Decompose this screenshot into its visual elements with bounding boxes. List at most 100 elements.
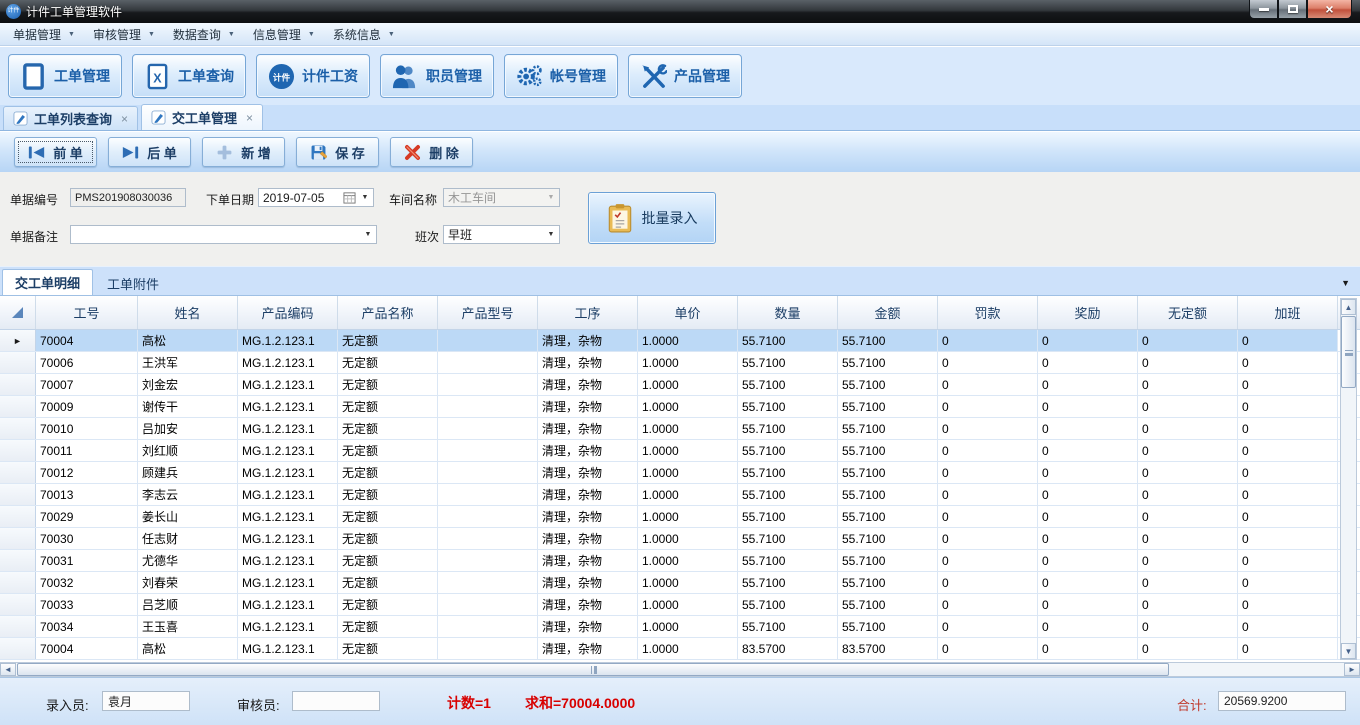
table-cell[interactable]: 吕加安 <box>138 418 238 439</box>
table-row[interactable]: 70007刘金宏MG.1.2.123.1无定额清理，杂物1.000055.710… <box>0 374 1360 396</box>
column-header[interactable]: 无定额 <box>1138 296 1238 329</box>
row-selector[interactable] <box>0 462 36 483</box>
tab-inactive[interactable]: 工单列表查询× <box>3 106 138 130</box>
toolbar-button[interactable]: 计件计件工资 <box>256 54 370 98</box>
table-cell[interactable]: 55.7100 <box>838 594 938 615</box>
table-cell[interactable]: 0 <box>1138 462 1238 483</box>
chevron-down-icon[interactable]: ▼ <box>543 231 559 238</box>
table-cell[interactable]: 70012 <box>36 462 138 483</box>
scroll-left-button[interactable]: ◄ <box>0 663 16 676</box>
row-selector[interactable] <box>0 528 36 549</box>
column-header[interactable]: 工号 <box>36 296 138 329</box>
table-cell[interactable]: 70007 <box>36 374 138 395</box>
action-button[interactable]: 后 单 <box>108 137 191 167</box>
table-cell[interactable]: 1.0000 <box>638 374 738 395</box>
table-cell[interactable]: 姜长山 <box>138 506 238 527</box>
table-cell[interactable]: 无定额 <box>338 440 438 461</box>
table-cell[interactable]: 无定额 <box>338 528 438 549</box>
tab-close-icon[interactable]: × <box>246 111 253 125</box>
table-cell[interactable]: 0 <box>1138 528 1238 549</box>
auditor-field[interactable] <box>292 691 380 711</box>
chevron-down-icon[interactable]: ▼ <box>357 194 373 201</box>
table-cell[interactable]: 70033 <box>36 594 138 615</box>
action-button[interactable]: 保 存 <box>296 137 379 167</box>
table-cell[interactable]: 0 <box>938 594 1038 615</box>
table-cell[interactable]: 0 <box>1138 616 1238 637</box>
column-header[interactable]: 工序 <box>538 296 638 329</box>
menu-item[interactable]: 系统信息▼ <box>324 23 404 46</box>
table-cell[interactable]: 高松 <box>138 330 238 351</box>
table-cell[interactable]: 0 <box>1038 506 1138 527</box>
column-header[interactable]: 产品名称 <box>338 296 438 329</box>
tab-list-dropdown-icon[interactable]: ▼ <box>1341 278 1350 288</box>
column-header[interactable]: 罚款 <box>938 296 1038 329</box>
horizontal-scroll-thumb[interactable] <box>17 663 1169 676</box>
tab-close-icon[interactable]: × <box>121 112 128 126</box>
table-cell[interactable]: 70032 <box>36 572 138 593</box>
table-cell[interactable]: 谢传干 <box>138 396 238 417</box>
table-row[interactable]: 70004高松MG.1.2.123.1无定额清理，杂物1.000083.5700… <box>0 638 1360 660</box>
table-cell[interactable]: MG.1.2.123.1 <box>238 638 338 659</box>
table-cell[interactable]: 55.7100 <box>738 440 838 461</box>
table-cell[interactable]: 70029 <box>36 506 138 527</box>
table-cell[interactable]: 0 <box>1138 440 1238 461</box>
table-cell[interactable]: 70010 <box>36 418 138 439</box>
table-cell[interactable]: 55.7100 <box>738 616 838 637</box>
table-cell[interactable]: 0 <box>938 484 1038 505</box>
table-cell[interactable]: 0 <box>1238 484 1338 505</box>
table-cell[interactable]: MG.1.2.123.1 <box>238 616 338 637</box>
table-row[interactable]: 70006王洪军MG.1.2.123.1无定额清理，杂物1.000055.710… <box>0 352 1360 374</box>
table-cell[interactable]: 清理，杂物 <box>538 616 638 637</box>
action-button[interactable]: 前 单 <box>14 137 97 167</box>
column-header[interactable]: 单价 <box>638 296 738 329</box>
row-selector[interactable] <box>0 440 36 461</box>
table-cell[interactable]: 70031 <box>36 550 138 571</box>
table-cell[interactable]: 0 <box>1138 374 1238 395</box>
column-header[interactable]: 姓名 <box>138 296 238 329</box>
table-cell[interactable]: 55.7100 <box>738 550 838 571</box>
row-selector[interactable] <box>0 396 36 417</box>
row-selector[interactable] <box>0 352 36 373</box>
table-cell[interactable]: 0 <box>1238 528 1338 549</box>
table-cell[interactable]: 1.0000 <box>638 594 738 615</box>
table-cell[interactable]: 清理，杂物 <box>538 550 638 571</box>
table-cell[interactable]: 无定额 <box>338 506 438 527</box>
table-cell[interactable] <box>438 462 538 483</box>
table-cell[interactable]: 0 <box>938 330 1038 351</box>
table-cell[interactable]: 0 <box>938 616 1038 637</box>
table-cell[interactable]: 70013 <box>36 484 138 505</box>
workshop-select[interactable]: 木工车间 ▼ <box>443 188 560 207</box>
table-cell[interactable]: 0 <box>938 352 1038 373</box>
table-cell[interactable]: 无定额 <box>338 352 438 373</box>
table-row[interactable]: 70029姜长山MG.1.2.123.1无定额清理，杂物1.000055.710… <box>0 506 1360 528</box>
table-cell[interactable]: 70004 <box>36 638 138 659</box>
table-cell[interactable]: 0 <box>938 418 1038 439</box>
table-cell[interactable]: 1.0000 <box>638 462 738 483</box>
table-cell[interactable]: 55.7100 <box>838 572 938 593</box>
table-cell[interactable]: 55.7100 <box>838 352 938 373</box>
table-cell[interactable]: 0 <box>1038 484 1138 505</box>
table-cell[interactable] <box>438 528 538 549</box>
table-cell[interactable]: 0 <box>938 462 1038 483</box>
doc-no-field[interactable] <box>70 188 186 207</box>
table-cell[interactable]: 0 <box>1138 330 1238 351</box>
table-cell[interactable]: 无定额 <box>338 330 438 351</box>
table-cell[interactable]: 0 <box>1138 484 1238 505</box>
table-cell[interactable]: 55.7100 <box>838 616 938 637</box>
toolbar-button[interactable]: X工单查询 <box>132 54 246 98</box>
table-cell[interactable]: 无定额 <box>338 572 438 593</box>
table-cell[interactable]: 0 <box>1038 396 1138 417</box>
table-cell[interactable]: 刘金宏 <box>138 374 238 395</box>
close-button[interactable]: × <box>1307 0 1352 19</box>
table-cell[interactable] <box>438 594 538 615</box>
table-cell[interactable]: 55.7100 <box>838 550 938 571</box>
table-cell[interactable]: 55.7100 <box>838 484 938 505</box>
table-cell[interactable]: 55.7100 <box>738 418 838 439</box>
table-cell[interactable]: 0 <box>938 528 1038 549</box>
column-header[interactable]: 奖励 <box>1038 296 1138 329</box>
table-cell[interactable]: MG.1.2.123.1 <box>238 418 338 439</box>
toolbar-button[interactable]: 帐号管理 <box>504 54 618 98</box>
table-cell[interactable] <box>438 506 538 527</box>
table-cell[interactable]: 顾建兵 <box>138 462 238 483</box>
table-cell[interactable]: 清理，杂物 <box>538 484 638 505</box>
